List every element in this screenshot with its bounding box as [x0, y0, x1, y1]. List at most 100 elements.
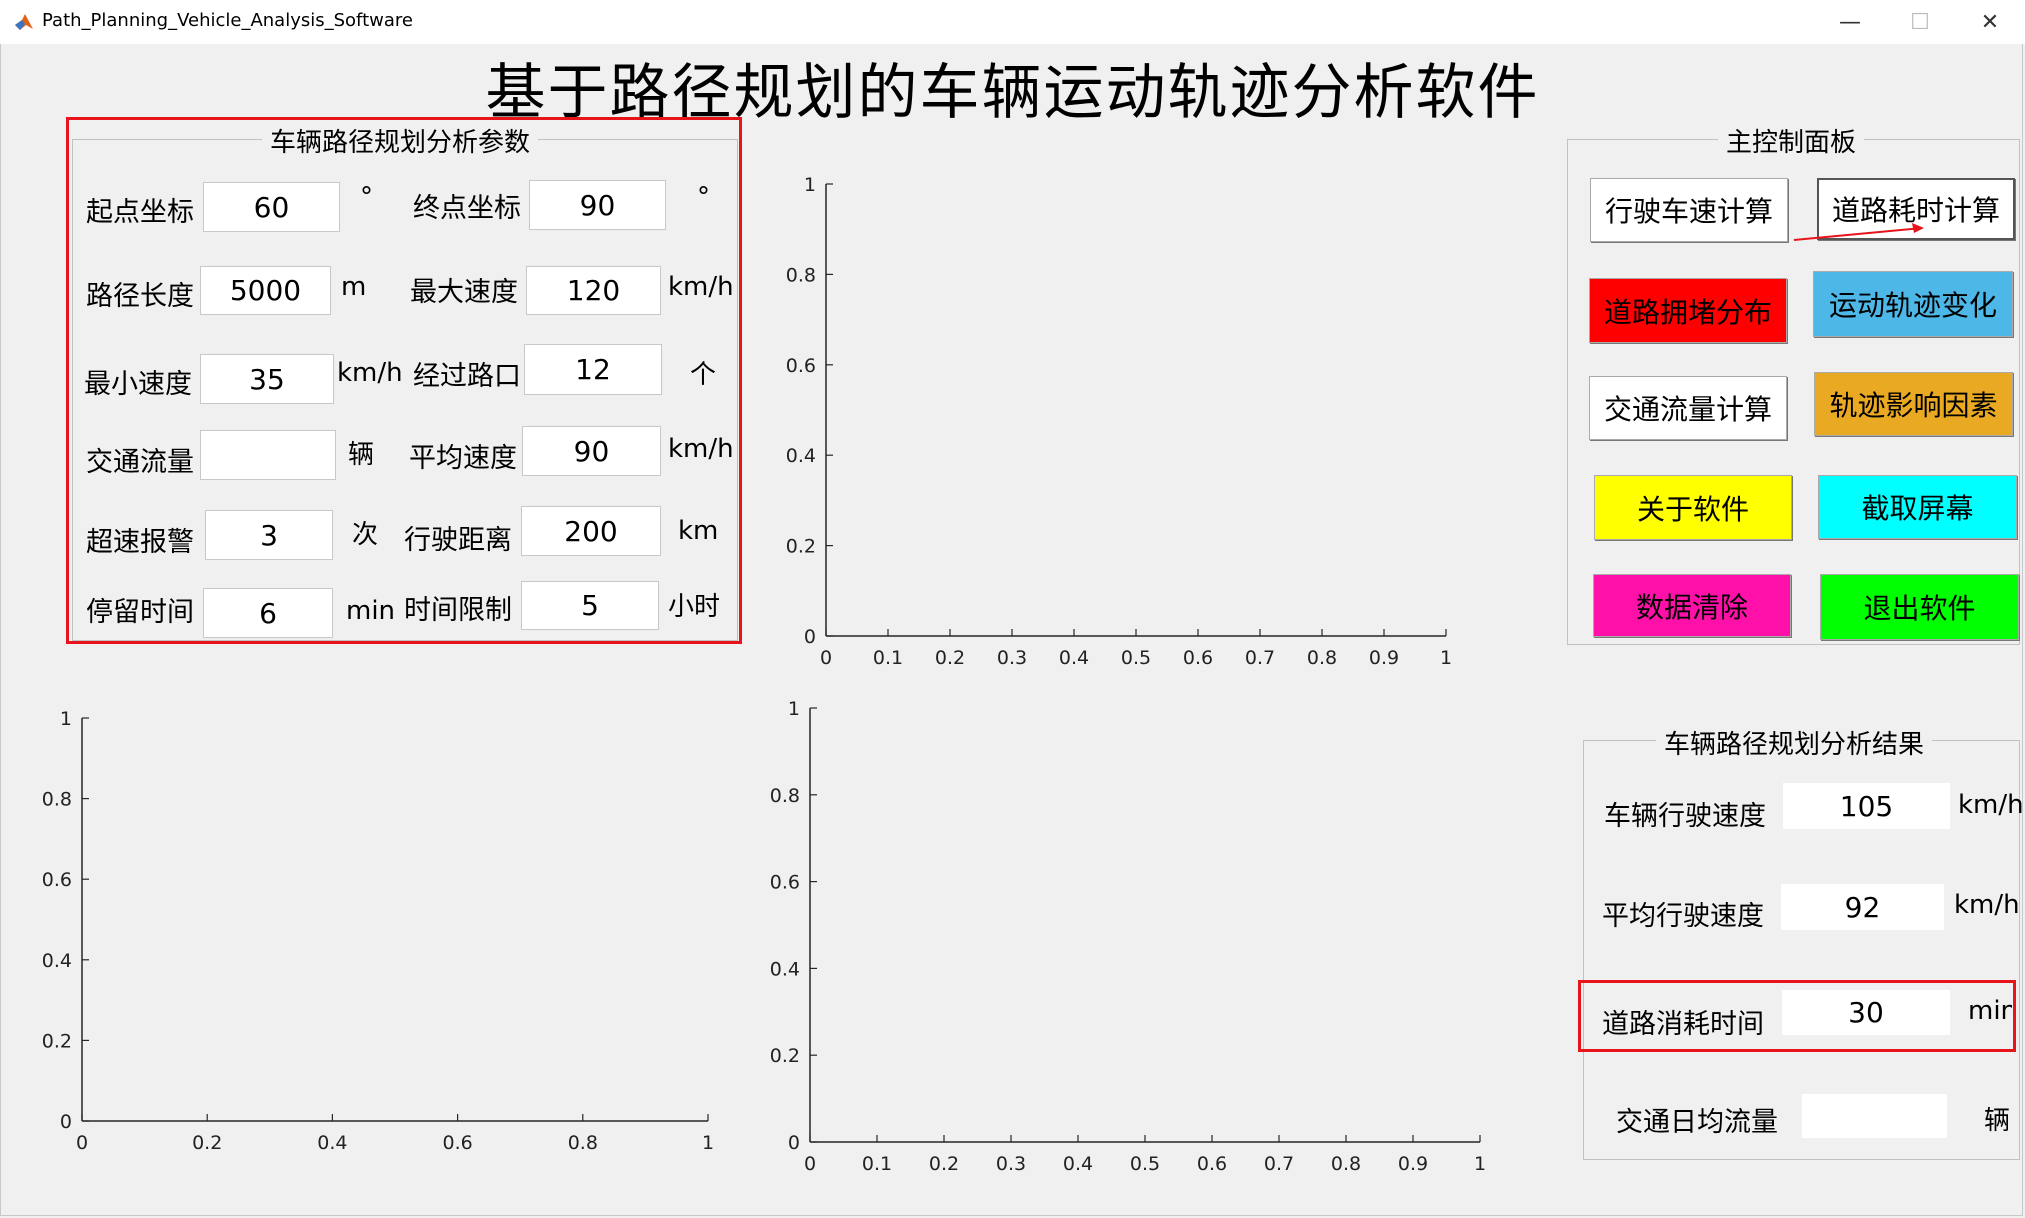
results-panel-title: 车辆路径规划分析结果 — [1656, 724, 1933, 761]
x-tick-label: 0.8 — [568, 1132, 598, 1154]
x-tick-label: 1 — [702, 1132, 714, 1154]
path-length-unit: m — [341, 272, 367, 302]
x-tick-label: 0.4 — [1063, 1153, 1093, 1175]
trajectory-factors-label: 轨迹影响因素 — [1829, 389, 1998, 422]
screenshot-label: 截取屏幕 — [1861, 492, 1974, 525]
max-speed-unit: km/h — [668, 272, 734, 302]
matlab-app-icon — [15, 14, 33, 30]
maximize-icon: ☐ — [1910, 9, 1930, 35]
y-tick-label: 0.2 — [770, 1045, 800, 1067]
max-speed-input[interactable]: 120 — [526, 266, 661, 315]
x-tick-label: 0.4 — [317, 1132, 347, 1154]
close-button[interactable]: ✕ — [1955, 0, 2025, 44]
x-tick-label: 0.2 — [929, 1153, 959, 1175]
x-tick-label: 0.4 — [1059, 647, 1089, 669]
end-coord-unit: ° — [697, 182, 710, 212]
avg-speed-unit: km/h — [668, 434, 734, 464]
x-tick-label: 0.8 — [1307, 647, 1337, 669]
x-tick-label: 0 — [804, 1153, 816, 1175]
vehicle-speed-unit: km/h — [1958, 790, 2024, 820]
maximize-button[interactable]: ☐ — [1885, 0, 1955, 44]
x-tick-label: 0 — [76, 1132, 88, 1154]
y-tick-label: 0 — [804, 626, 816, 648]
y-tick-label: 0.4 — [786, 445, 816, 467]
clear-data-label: 数据清除 — [1635, 590, 1748, 624]
path-length-label: 路径长度 — [86, 281, 194, 312]
time-limit-input[interactable]: 5 — [521, 581, 659, 630]
control-panel-title: 主控制面板 — [1718, 122, 1865, 159]
y-tick-label: 0 — [60, 1111, 72, 1133]
x-tick-label: 0.3 — [996, 1153, 1026, 1175]
traffic-flow-input[interactable] — [200, 430, 336, 480]
y-tick-label: 0.4 — [42, 950, 72, 972]
traffic-flow-unit: 辆 — [348, 440, 375, 470]
speeding-alert-input[interactable]: 3 — [205, 510, 333, 560]
avg-driving-speed-label: 平均行驶速度 — [1602, 901, 1764, 932]
distance-label: 行驶距离 — [404, 525, 512, 556]
min-speed-unit: km/h — [337, 358, 403, 388]
about-software-label: 关于软件 — [1636, 492, 1749, 526]
road-time-highlight-box — [1578, 980, 2016, 1052]
y-tick-label: 1 — [60, 708, 72, 730]
x-tick-label: 0.7 — [1245, 647, 1275, 669]
annotation-arrow-icon — [1793, 223, 1924, 241]
traffic-flow-label: 交通流量 — [86, 447, 194, 478]
y-tick-label: 1 — [788, 698, 800, 720]
daily-flow-label: 交通日均流量 — [1616, 1107, 1778, 1138]
x-tick-label: 0.8 — [1331, 1153, 1361, 1175]
minimize-icon: — — [1839, 9, 1861, 35]
x-tick-label: 0.9 — [1369, 647, 1399, 669]
daily-flow-unit: 辆 — [1984, 1106, 2011, 1136]
x-tick-label: 0.6 — [1183, 647, 1213, 669]
max-speed-label: 最大速度 — [410, 277, 518, 308]
trajectory-change-button[interactable]: 运动轨迹变化 — [1813, 271, 2013, 337]
path-length-input[interactable]: 5000 — [200, 266, 331, 315]
chart-bottom-left-axes: 0 0.2 0.4 0.6 0.8 1 0 0.2 0.4 0.6 0.8 1 — [42, 708, 714, 1154]
screenshot-button[interactable]: 截取屏幕 — [1818, 475, 2017, 539]
stay-time-input[interactable]: 6 — [203, 588, 333, 638]
y-tick-label: 0.8 — [42, 789, 72, 811]
avg-driving-speed-output: 92 — [1781, 884, 1944, 930]
x-tick-label: 0.9 — [1398, 1153, 1428, 1175]
x-tick-label: 0.2 — [935, 647, 965, 669]
congestion-dist-label: 道路拥堵分布 — [1603, 295, 1772, 329]
end-coord-label: 终点坐标 — [413, 193, 521, 224]
traffic-flow-calc-label: 交通流量计算 — [1603, 393, 1772, 426]
trajectory-factors-button[interactable]: 轨迹影响因素 — [1814, 372, 2013, 436]
window-title: Path_Planning_Vehicle_Analysis_Software — [42, 10, 413, 31]
time-limit-label: 时间限制 — [404, 595, 512, 626]
x-tick-label: 0.6 — [1197, 1153, 1227, 1175]
vehicle-speed-label: 车辆行驶速度 — [1604, 801, 1766, 832]
x-tick-label: 0.3 — [997, 647, 1027, 669]
speed-calc-button[interactable]: 行驶车速计算 — [1590, 178, 1788, 242]
distance-input[interactable]: 200 — [521, 506, 661, 556]
start-coord-input[interactable]: 60 — [203, 182, 340, 232]
speeding-alert-unit: 次 — [352, 520, 379, 550]
crossings-input[interactable]: 12 — [524, 344, 662, 395]
minimize-button[interactable]: — — [1815, 0, 1885, 44]
exit-software-button[interactable]: 退出软件 — [1820, 574, 2019, 640]
min-speed-label: 最小速度 — [84, 369, 192, 400]
traffic-flow-calc-button[interactable]: 交通流量计算 — [1589, 376, 1787, 440]
speed-calc-label: 行驶车速计算 — [1604, 195, 1773, 228]
avg-speed-input[interactable]: 90 — [522, 426, 661, 476]
congestion-dist-button[interactable]: 道路拥堵分布 — [1589, 278, 1787, 343]
y-tick-label: 0.8 — [770, 785, 800, 807]
x-tick-label: 0.1 — [862, 1153, 892, 1175]
x-tick-label: 0.1 — [873, 647, 903, 669]
y-tick-label: 0.2 — [42, 1030, 72, 1052]
trajectory-change-label: 运动轨迹变化 — [1828, 289, 1997, 322]
crossings-label: 经过路口 — [413, 361, 521, 392]
about-software-button[interactable]: 关于软件 — [1594, 475, 1792, 540]
min-speed-input[interactable]: 35 — [200, 354, 334, 404]
y-tick-label: 0.6 — [770, 872, 800, 894]
start-coord-label: 起点坐标 — [86, 197, 194, 228]
crossings-unit: 个 — [690, 360, 717, 390]
daily-flow-output — [1802, 1094, 1947, 1138]
y-tick-label: 0 — [788, 1132, 800, 1154]
clear-data-button[interactable]: 数据清除 — [1593, 574, 1791, 637]
y-tick-label: 0.6 — [786, 355, 816, 377]
end-coord-input[interactable]: 90 — [529, 180, 666, 230]
y-tick-label: 0.8 — [786, 264, 816, 286]
speeding-alert-label: 超速报警 — [86, 527, 194, 558]
